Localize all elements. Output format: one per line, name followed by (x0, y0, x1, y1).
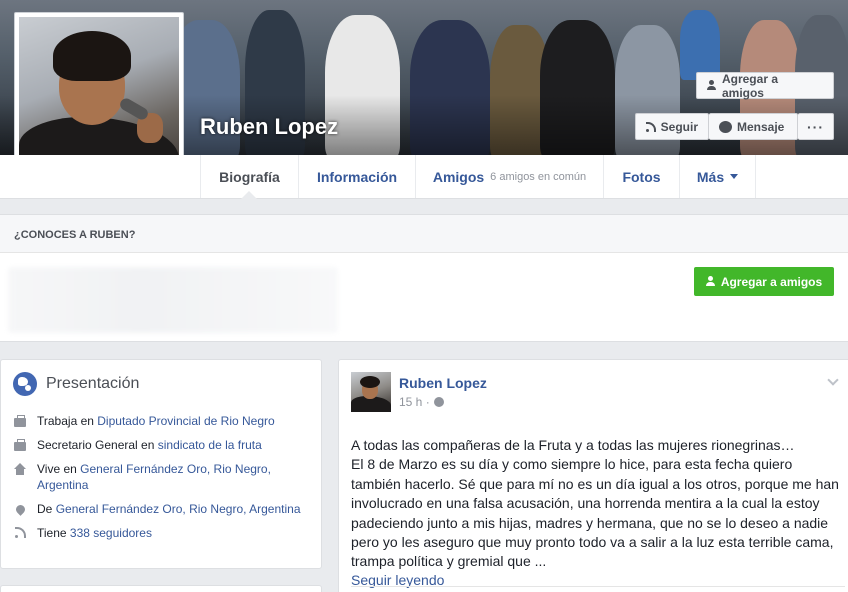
add-friend-button[interactable]: Agregar a amigos (696, 71, 834, 100)
add-friend-green-label: Agregar a amigos (720, 274, 823, 289)
post-time[interactable]: 15 h · (399, 395, 430, 409)
add-friend-label: Agregar a amigos (721, 71, 778, 100)
message-button[interactable]: Mensaje (709, 113, 798, 140)
intro-row-prefix: Trabaja en (37, 414, 98, 428)
add-friend-icon (707, 80, 717, 91)
more-dots-icon: ··· (807, 118, 824, 135)
intro-row-lives: Vive en General Fernández Oro, Rio Negro… (13, 461, 309, 493)
intro-row-prefix: Secretario General en (37, 438, 158, 452)
post-card: Ruben Lopez 15 h · A todas las compañera… (338, 359, 848, 592)
tab-friends-label: Amigos (432, 168, 485, 185)
intro-card: Presentación Trabaja en Diputado Provinc… (0, 359, 322, 569)
profile-name[interactable]: Ruben Lopez (200, 114, 338, 140)
profile-nav: Biografía Información Amigos 6 amigos en… (0, 155, 848, 199)
microphone-icon (118, 96, 150, 122)
post-meta: 15 h · (399, 395, 487, 409)
follow-label: Seguir (660, 119, 698, 134)
active-tab-indicator (241, 191, 257, 199)
chevron-down-icon (730, 174, 739, 179)
messenger-icon (719, 120, 732, 133)
know-person-header: ¿CONOCES A RUBEN? (0, 215, 848, 253)
profile-picture-image (19, 17, 179, 177)
intro-link-union[interactable]: sindicato de la fruta (158, 438, 262, 452)
tab-more[interactable]: Más (679, 155, 756, 198)
tab-friends[interactable]: Amigos 6 amigos en común (415, 155, 603, 198)
more-options-button[interactable]: ··· (798, 113, 834, 140)
post-author-avatar[interactable] (351, 372, 391, 412)
location-pin-icon (13, 501, 27, 517)
message-label: Mensaje (737, 119, 785, 134)
followers-icon (13, 525, 27, 541)
intro-row-prefix: Vive en (37, 462, 81, 476)
post-author-name[interactable]: Ruben Lopez (399, 375, 487, 391)
follow-button[interactable]: Seguir (635, 113, 709, 140)
intro-title: Presentación (13, 372, 309, 396)
add-friend-icon (705, 276, 716, 287)
add-friend-green-button[interactable]: Agregar a amigos (694, 267, 834, 296)
blurred-placeholder (8, 267, 338, 333)
post-header: Ruben Lopez 15 h · (351, 372, 845, 414)
mutual-friends-count: 6 amigos en común (490, 170, 587, 183)
intro-row-secretary: Secretario General en sindicato de la fr… (13, 437, 309, 453)
intro-row-work: Trabaja en Diputado Provincial de Rio Ne… (13, 413, 309, 429)
post-text: A todas las compañeras de la Fruta y a t… (351, 437, 839, 570)
public-globe-icon (433, 397, 444, 407)
intro-row-prefix: Tiene (37, 526, 70, 540)
intro-title-label: Presentación (46, 375, 140, 392)
post-divider (351, 586, 845, 587)
next-left-card (0, 585, 322, 592)
briefcase-icon (13, 413, 27, 429)
intro-link-from[interactable]: General Fernández Oro, Rio Negro, Argent… (56, 502, 301, 516)
briefcase-icon (13, 437, 27, 453)
tab-more-label: Más (696, 168, 725, 185)
intro-link-followers[interactable]: 338 seguidores (70, 526, 152, 540)
globe-icon (13, 372, 37, 396)
intro-row-followers: Tiene 338 seguidores (13, 525, 309, 541)
intro-row-from: De General Fernández Oro, Rio Negro, Arg… (13, 501, 309, 517)
intro-row-prefix: De (37, 502, 56, 516)
home-icon (13, 461, 27, 493)
tab-information[interactable]: Información (298, 155, 415, 198)
intro-link-work[interactable]: Diputado Provincial de Rio Negro (97, 414, 274, 428)
know-person-panel: ¿CONOCES A RUBEN? Agregar a amigos (0, 214, 848, 342)
tab-photos[interactable]: Fotos (603, 155, 679, 198)
follow-icon (646, 121, 656, 132)
